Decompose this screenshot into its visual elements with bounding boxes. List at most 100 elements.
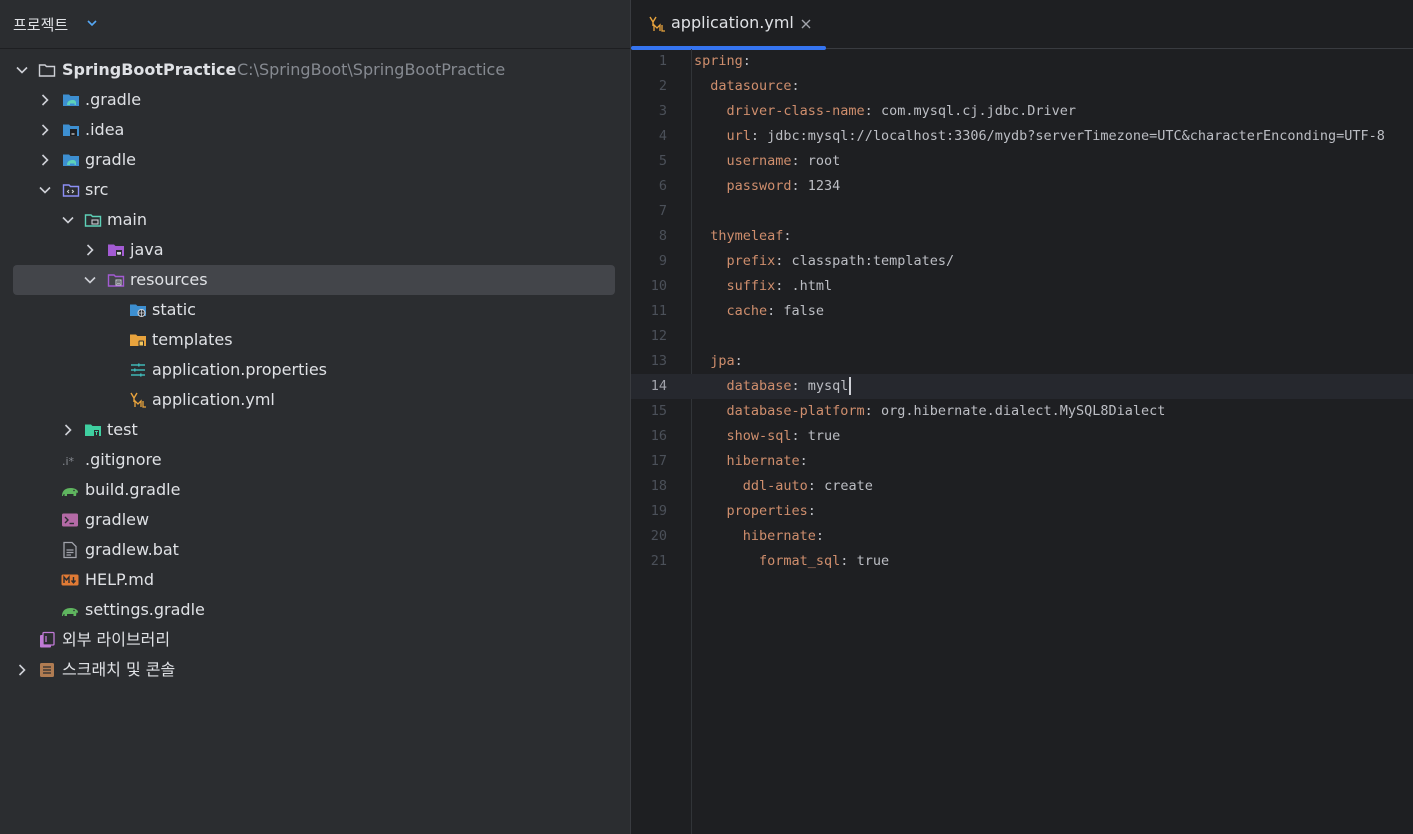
close-icon[interactable]	[799, 17, 813, 31]
gitignore-file-icon: .i*	[62, 455, 75, 468]
yaml-value: create	[824, 478, 873, 494]
yaml-key: driver-class-name	[726, 103, 865, 119]
chevron-down-icon[interactable]	[15, 63, 29, 77]
tree-item-src[interactable]: src	[0, 175, 630, 205]
code-line[interactable]: 10 suffix: .html	[631, 274, 1413, 299]
tree-item-label: 외부 라이브러리	[62, 630, 171, 649]
code-line[interactable]: 5 username: root	[631, 149, 1413, 174]
module-folder-icon	[84, 214, 102, 227]
code-line[interactable]: 6 password: 1234	[631, 174, 1413, 199]
code-line[interactable]: 4 url: jdbc:mysql://localhost:3306/mydb?s…	[631, 124, 1413, 149]
chevron-right-icon[interactable]	[83, 243, 97, 257]
source-folder-icon	[62, 184, 80, 197]
tab-application-yml[interactable]: application.yml	[631, 0, 826, 50]
tree-item-java[interactable]: java	[0, 235, 630, 265]
tree-item-build-gradle[interactable]: build.gradle	[0, 475, 630, 505]
terminal-file-icon	[62, 513, 78, 527]
code-line[interactable]: 15 database-platform: org.hibernate.diale…	[631, 399, 1413, 424]
tree-item-dot-gradle[interactable]: .gradle	[0, 85, 630, 115]
code-line[interactable]: 11 cache: false	[631, 299, 1413, 324]
yaml-key: username	[726, 153, 792, 169]
project-path: C:\SpringBoot\SpringBootPractice	[237, 60, 506, 79]
code-line[interactable]: 7	[631, 199, 1413, 224]
tree-item-resources[interactable]: resources	[13, 265, 615, 295]
code-line[interactable]: 18 ddl-auto: create	[631, 474, 1413, 499]
tree-item-gradlew-bat[interactable]: gradlew.bat	[0, 535, 630, 565]
tab-label: application.yml	[671, 13, 794, 32]
line-number: 19	[650, 503, 667, 519]
tree-item-label: src	[85, 180, 109, 199]
idea-folder-icon	[63, 124, 79, 136]
text-file-icon	[63, 541, 77, 559]
tree-item-settings-gradle[interactable]: settings.gradle	[0, 595, 630, 625]
external-libraries-icon	[40, 631, 55, 648]
tree-item-test[interactable]: test	[0, 415, 630, 445]
tree-item-label: static	[152, 300, 196, 319]
tree-item-label: build.gradle	[85, 480, 181, 499]
line-number: 13	[650, 353, 667, 369]
tree-item-gradlew[interactable]: gradlew	[0, 505, 630, 535]
tree-item-templates[interactable]: templates	[0, 325, 630, 355]
chevron-right-icon[interactable]	[15, 663, 29, 677]
chevron-right-icon[interactable]	[38, 93, 52, 107]
tree-item-static[interactable]: static	[0, 295, 630, 325]
yaml-value: root	[807, 153, 841, 169]
tree-item-label: application.properties	[152, 360, 327, 379]
test-folder-icon	[85, 424, 101, 436]
tree-item-label: application.yml	[152, 390, 275, 409]
yaml-key: hibernate	[742, 528, 816, 544]
code-line[interactable]: 13 jpa:	[631, 349, 1413, 374]
tree-item-gradle[interactable]: gradle	[0, 145, 630, 175]
yaml-value: jdbc:mysql://localhost:3306/mydb?serverT…	[767, 128, 1385, 144]
line-number: 14	[650, 378, 667, 394]
tree-item-scratches-and-consoles[interactable]: 스크래치 및 콘솔	[0, 655, 630, 685]
chevron-down-icon[interactable]	[61, 213, 75, 227]
tree-item-help-md[interactable]: HELP.md	[0, 565, 630, 595]
tree-item-springbootpractice[interactable]: SpringBootPractice C:\SpringBoot\SpringB…	[0, 55, 630, 85]
tree-item-main[interactable]: main	[0, 205, 630, 235]
current-code-line[interactable]: 14 database: mysql	[631, 374, 1413, 399]
code-line[interactable]: 17 hibernate:	[631, 449, 1413, 474]
yaml-value: true	[807, 428, 841, 444]
tree-item-gitignore[interactable]: .i* .gitignore	[0, 445, 630, 475]
tree-item-label: gradlew.bat	[85, 540, 179, 559]
yaml-value: true	[856, 553, 890, 569]
code-line[interactable]: 1 spring:	[631, 49, 1413, 74]
code-line[interactable]: 2 datasource:	[631, 74, 1413, 99]
chevron-right-icon[interactable]	[61, 423, 75, 437]
code-line[interactable]: 12	[631, 324, 1413, 349]
yaml-value: com.mysql.cj.jdbc.Driver	[880, 103, 1077, 119]
tree-item-external-libraries[interactable]: 외부 라이브러리	[0, 625, 630, 655]
line-number: 15	[650, 403, 667, 419]
tree-item-label: .idea	[85, 120, 125, 139]
project-panel-title[interactable]: 프로젝트	[13, 14, 68, 35]
tree-item-label: test	[107, 420, 138, 439]
yaml-key: password	[726, 178, 792, 194]
tree-item-label: .gradle	[85, 90, 142, 109]
web-folder-icon	[130, 304, 146, 317]
scratches-icon	[40, 663, 54, 677]
project-tool-window: 프로젝트 SpringBootPractice C:\SpringBoot\Sp…	[0, 0, 630, 834]
tree-item-application-yml[interactable]: application.yml	[0, 385, 630, 415]
chevron-right-icon[interactable]	[38, 153, 52, 167]
tree-item-label: SpringBootPractice	[62, 60, 237, 79]
code-line[interactable]: 21 format_sql: true	[631, 549, 1413, 574]
chevron-right-icon[interactable]	[38, 123, 52, 137]
chevron-down-icon[interactable]	[83, 273, 97, 287]
yaml-value: 1234	[807, 178, 841, 194]
tree-item-idea[interactable]: .idea	[0, 115, 630, 145]
code-line[interactable]: 16 show-sql: true	[631, 424, 1413, 449]
chevron-down-icon[interactable]	[38, 183, 52, 197]
yaml-key: spring	[694, 53, 743, 69]
code-line[interactable]: 8 thymeleaf:	[631, 224, 1413, 249]
code-line[interactable]: 9 prefix: classpath:templates/	[631, 249, 1413, 274]
line-number: 7	[658, 203, 667, 219]
code-line[interactable]: 20 hibernate:	[631, 524, 1413, 549]
tree-item-application-properties[interactable]: application.properties	[0, 355, 630, 385]
code-line[interactable]: 3 driver-class-name: com.mysql.cj.jdbc.Dr…	[631, 99, 1413, 124]
yaml-key: datasource	[710, 78, 792, 94]
yaml-file-icon	[649, 16, 665, 32]
properties-file-icon	[131, 363, 145, 377]
code-line[interactable]: 19 properties:	[631, 499, 1413, 524]
chevron-down-icon[interactable]	[85, 16, 99, 30]
